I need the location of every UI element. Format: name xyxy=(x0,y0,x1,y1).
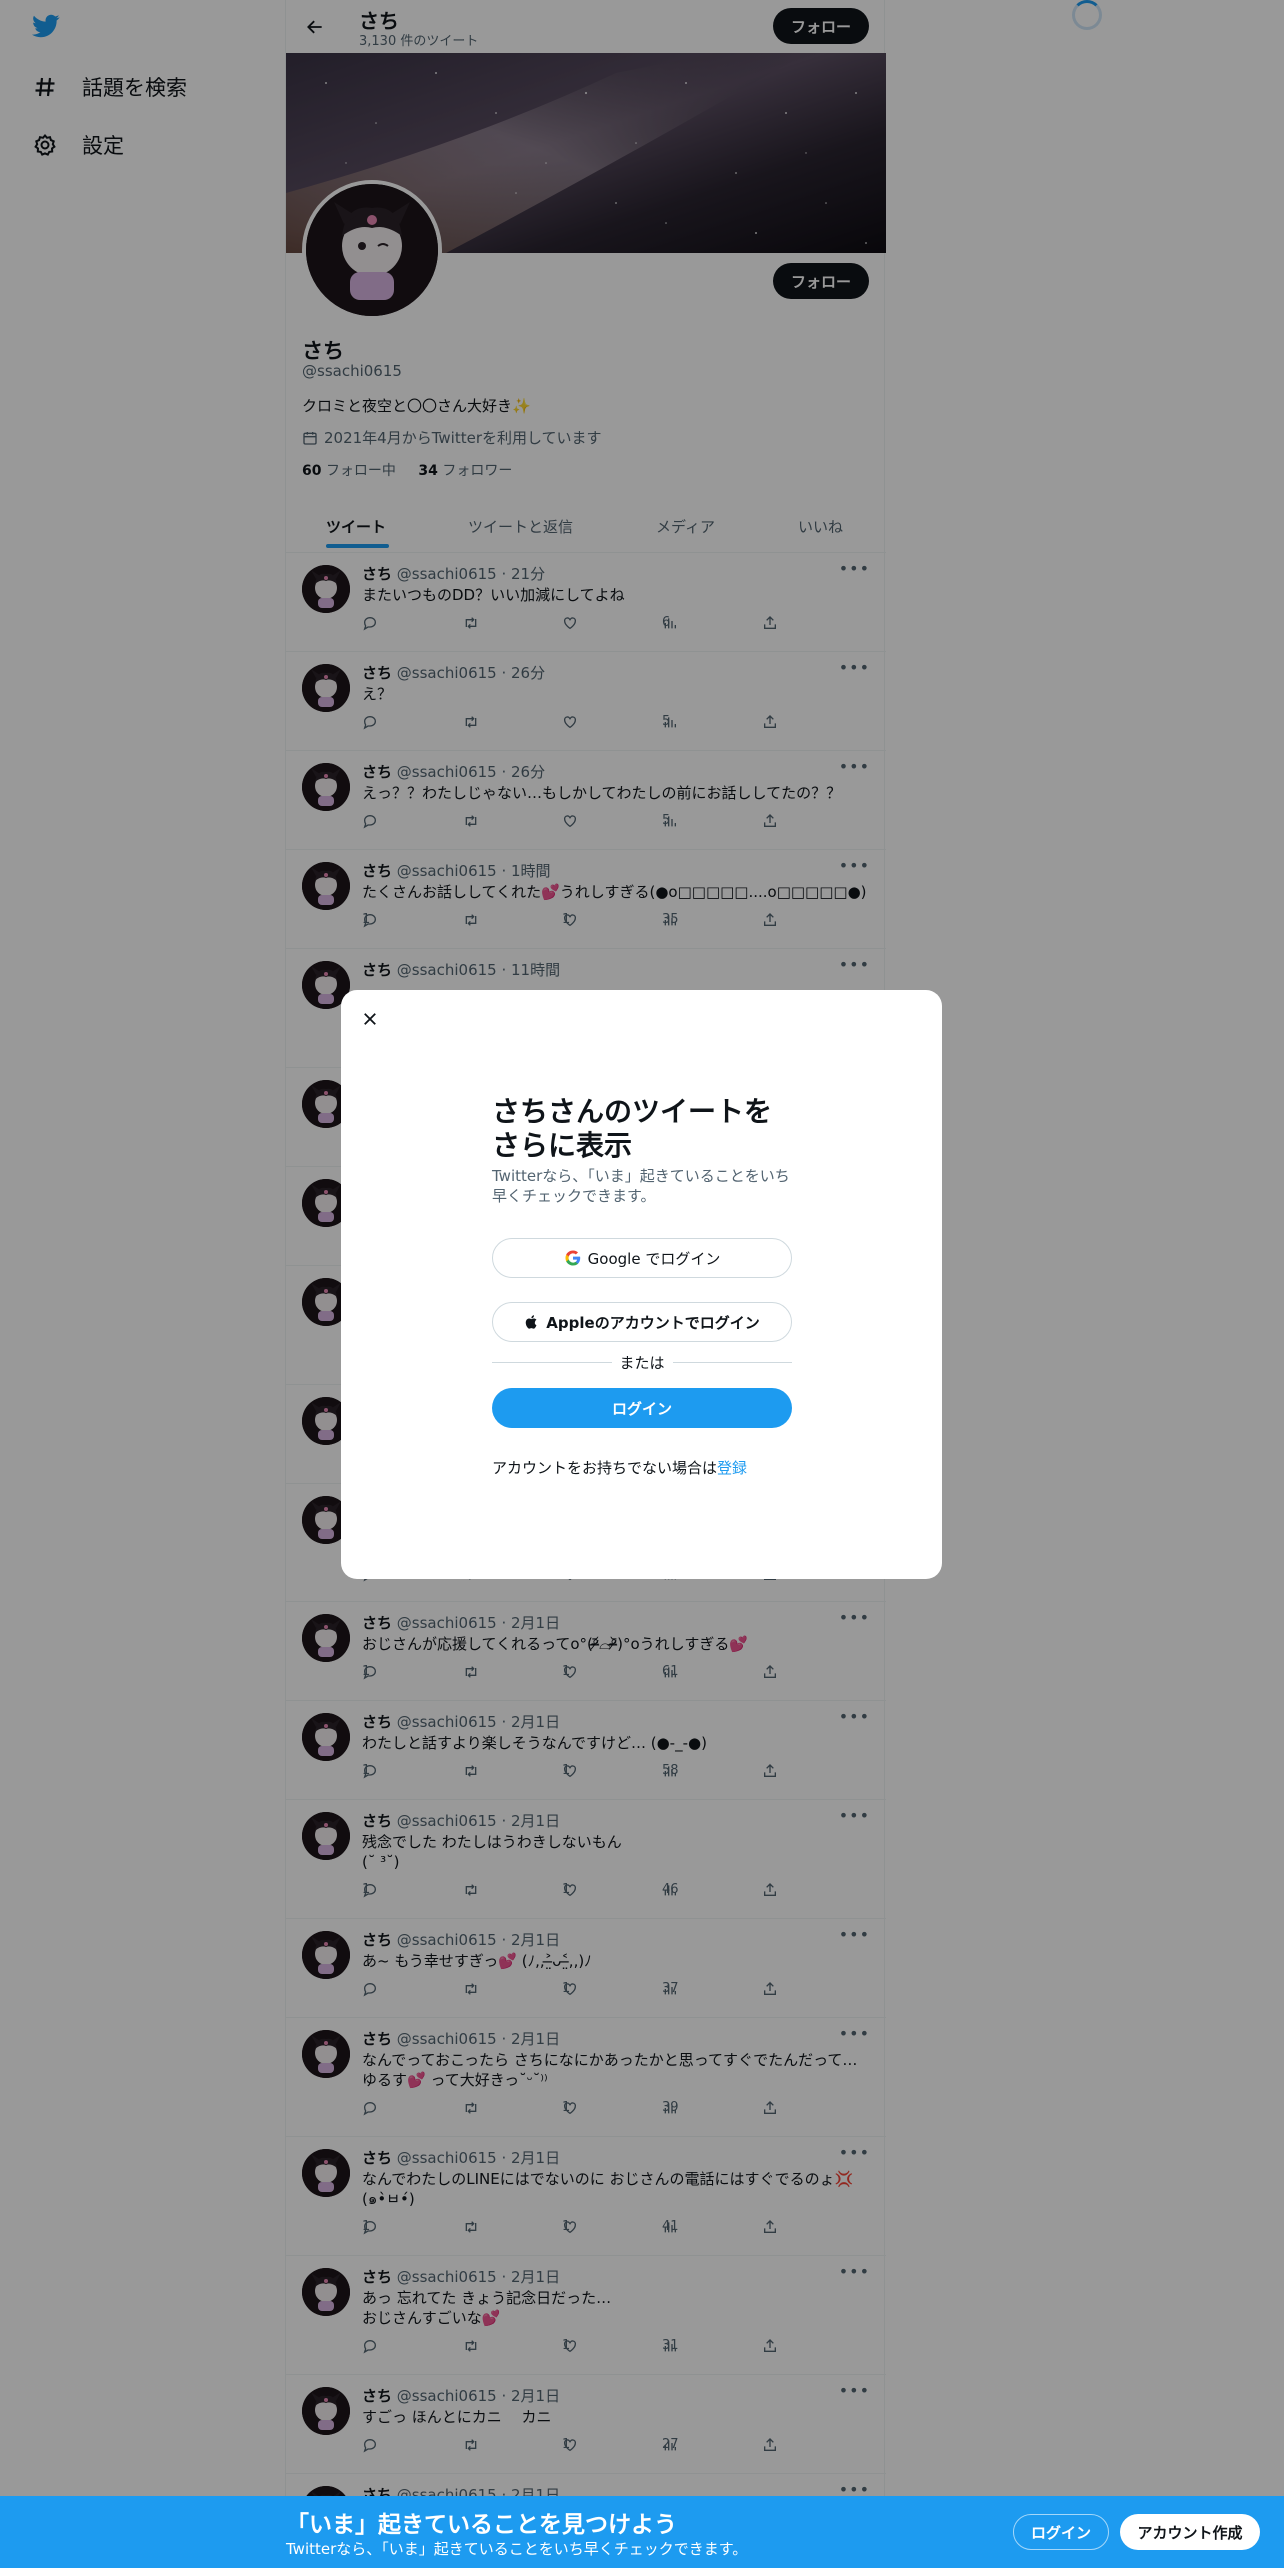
or-label: または xyxy=(619,1353,665,1372)
google-login-label: Google でログイン xyxy=(587,1249,721,1268)
signup-prompt-text: アカウントをお持ちでない場合は xyxy=(492,1459,718,1477)
divider-line-left xyxy=(492,1361,612,1363)
login-modal: さちさんのツイートをさらに表示 Twitterなら、「いま」起きていることをいち… xyxy=(341,990,942,1579)
close-icon[interactable] xyxy=(355,1004,385,1034)
modal-title: さちさんのツイートをさらに表示 xyxy=(492,1095,773,1162)
google-login-button[interactable]: Google でログイン xyxy=(492,1238,792,1278)
or-divider: または xyxy=(492,1352,793,1372)
bottom-bar-subtitle: Twitterなら、「いま」起きていることをいち早くチェックできます。 xyxy=(286,2540,748,2558)
bottom-login-button[interactable]: ログイン xyxy=(1013,2514,1109,2550)
bottom-signup-bar: 「いま」起きていることを見つけよう Twitterなら、「いま」起きていることを… xyxy=(0,2496,1284,2568)
bottom-bar-title: 「いま」起きていることを見つけよう xyxy=(286,2512,677,2538)
signup-prompt: アカウントをお持ちでない場合は登録 xyxy=(492,1457,747,1478)
google-icon xyxy=(564,1249,582,1267)
bottom-signup-button[interactable]: アカウント作成 xyxy=(1120,2514,1260,2550)
modal-subtitle: Twitterなら、「いま」起きていることをいち早くチェックできます。 xyxy=(492,1167,790,1205)
apple-icon xyxy=(524,1313,540,1331)
apple-login-label: Appleのアカウントでログイン xyxy=(546,1313,760,1332)
modal-login-button[interactable]: ログイン xyxy=(492,1388,792,1428)
divider-line-right xyxy=(672,1361,793,1363)
signup-link[interactable]: 登録 xyxy=(717,1459,747,1477)
apple-login-button[interactable]: Appleのアカウントでログイン xyxy=(492,1302,792,1342)
